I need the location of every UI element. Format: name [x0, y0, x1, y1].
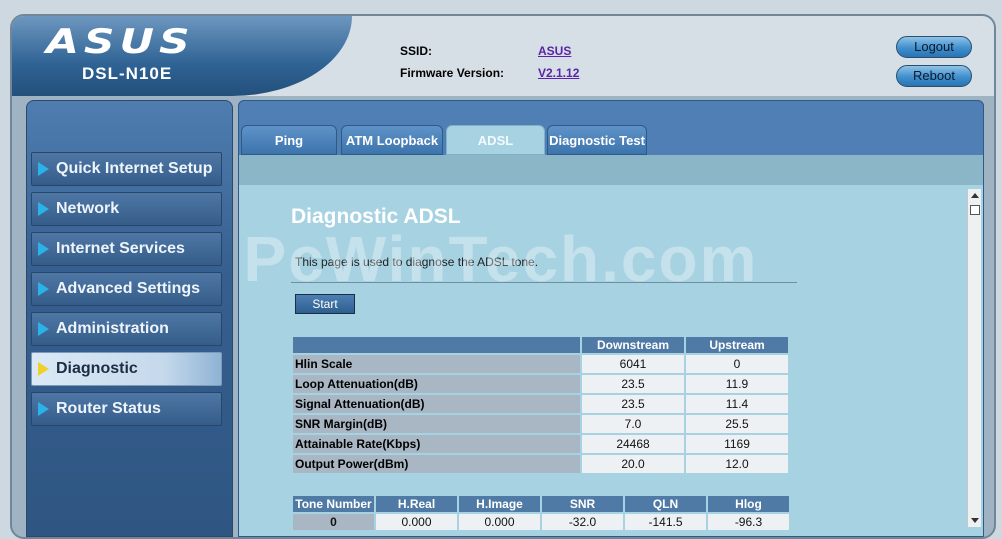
scroll-up-icon[interactable] — [971, 193, 979, 198]
content-area: Ping ATM Loopback ADSL Diagnostic Test D… — [238, 100, 984, 537]
arrow-icon — [38, 362, 49, 376]
table-header-row: Tone Number H.Real H.Image SNR QLN Hlog — [293, 496, 789, 512]
scroll-thumb[interactable] — [970, 205, 980, 215]
upstream-value: 12.0 — [686, 455, 788, 473]
downstream-value: 24468 — [582, 435, 684, 453]
table-cell: -141.5 — [625, 514, 706, 530]
scroll-down-icon[interactable] — [971, 518, 979, 523]
table-header: Upstream — [686, 337, 788, 353]
table-header: H.Real — [376, 496, 457, 512]
tab-strip — [239, 155, 983, 185]
sidebar: Quick Internet Setup Network Internet Se… — [26, 100, 233, 537]
upstream-value: 25.5 — [686, 415, 788, 433]
adsl-stats-table: Downstream Upstream Hlin Scale 6041 0 Lo… — [291, 335, 790, 475]
downstream-value: 23.5 — [582, 375, 684, 393]
upstream-value: 0 — [686, 355, 788, 373]
table-row: Attainable Rate(Kbps) 24468 1169 — [293, 435, 788, 453]
table-row: 0 0.000 0.000 -32.0 -141.5 -96.3 — [293, 514, 789, 530]
asus-logo: ASUS — [46, 22, 195, 62]
table-header — [293, 337, 580, 353]
table-cell: 0.000 — [376, 514, 457, 530]
row-label: Attainable Rate(Kbps) — [293, 435, 580, 453]
watermark: PcWinTech.com — [243, 223, 759, 295]
downstream-value: 7.0 — [582, 415, 684, 433]
tab-diagnostic-test[interactable]: Diagnostic Test — [547, 125, 647, 155]
sidebar-item-administration[interactable]: Administration — [31, 312, 222, 346]
arrow-icon — [38, 162, 49, 176]
upstream-value: 11.4 — [686, 395, 788, 413]
downstream-value: 20.0 — [582, 455, 684, 473]
table-header: Hlog — [708, 496, 789, 512]
reboot-button[interactable]: Reboot — [896, 65, 972, 87]
tone-table: Tone Number H.Real H.Image SNR QLN Hlog … — [291, 494, 791, 532]
upstream-value: 1169 — [686, 435, 788, 453]
header: ASUS DSL-N10E SSID: ASUS Firmware Versio… — [12, 16, 994, 96]
start-button[interactable]: Start — [295, 294, 355, 314]
upstream-value: 11.9 — [686, 375, 788, 393]
sidebar-item-quick-internet-setup[interactable]: Quick Internet Setup — [31, 152, 222, 186]
sidebar-item-label: Quick Internet Setup — [56, 160, 213, 177]
arrow-icon — [38, 402, 49, 416]
tab-ping[interactable]: Ping — [241, 125, 337, 155]
table-header: H.Image — [459, 496, 540, 512]
table-row: SNR Margin(dB) 7.0 25.5 — [293, 415, 788, 433]
table-header-row: Downstream Upstream — [293, 337, 788, 353]
table-cell: 0.000 — [459, 514, 540, 530]
row-label: Hlin Scale — [293, 355, 580, 373]
row-label: Loop Attenuation(dB) — [293, 375, 580, 393]
table-header: SNR — [542, 496, 623, 512]
firmware-label: Firmware Version: — [400, 66, 505, 80]
tab-adsl[interactable]: ADSL — [446, 125, 545, 155]
row-label: SNR Margin(dB) — [293, 415, 580, 433]
logout-button[interactable]: Logout — [896, 36, 972, 58]
sidebar-item-label: Network — [56, 200, 120, 217]
ssid-link[interactable]: ASUS — [538, 44, 571, 58]
row-label: Signal Attenuation(dB) — [293, 395, 580, 413]
sidebar-item-network[interactable]: Network — [31, 192, 222, 226]
table-row: Output Power(dBm) 20.0 12.0 — [293, 455, 788, 473]
sidebar-item-diagnostic[interactable]: Diagnostic — [31, 352, 222, 386]
sidebar-item-label: Administration — [56, 320, 169, 337]
sidebar-item-label: Diagnostic — [56, 360, 138, 377]
arrow-icon — [38, 202, 49, 216]
table-row: Signal Attenuation(dB) 23.5 11.4 — [293, 395, 788, 413]
downstream-value: 23.5 — [582, 395, 684, 413]
table-row: Loop Attenuation(dB) 23.5 11.9 — [293, 375, 788, 393]
sidebar-item-label: Router Status — [56, 400, 161, 417]
firmware-link[interactable]: V2.1.12 — [538, 66, 579, 80]
arrow-icon — [38, 322, 49, 336]
table-header: QLN — [625, 496, 706, 512]
table-cell: -96.3 — [708, 514, 789, 530]
downstream-value: 6041 — [582, 355, 684, 373]
tone-number-cell: 0 — [293, 514, 374, 530]
table-header: Downstream — [582, 337, 684, 353]
model-name: DSL-N10E — [82, 64, 173, 83]
table-header: Tone Number — [293, 496, 374, 512]
sidebar-item-router-status[interactable]: Router Status — [31, 392, 222, 426]
table-row: Hlin Scale 6041 0 — [293, 355, 788, 373]
ssid-label: SSID: — [400, 44, 433, 58]
logo-area: ASUS DSL-N10E — [12, 16, 352, 96]
tab-atm-loopback[interactable]: ATM Loopback — [341, 125, 443, 155]
table-cell: -32.0 — [542, 514, 623, 530]
row-label: Output Power(dBm) — [293, 455, 580, 473]
